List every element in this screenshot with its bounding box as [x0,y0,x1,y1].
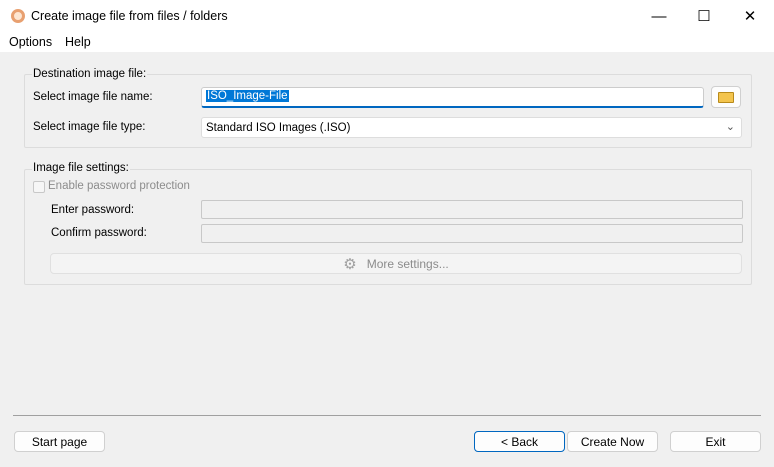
image-name-input[interactable]: ISO_Image-File [201,87,704,108]
back-button[interactable]: < Back [474,431,565,452]
folder-icon [718,91,734,103]
confirm-password-label: Confirm password: [51,227,147,239]
image-type-value: Standard ISO Images (.ISO) [206,122,351,134]
dialog-body: Destination image file: Select image fil… [0,52,774,467]
chevron-down-icon: ⌄ [725,121,735,133]
image-type-label: Select image file type: [33,121,146,133]
more-settings-button[interactable]: ⚙ More settings... [50,253,742,274]
menu-help[interactable]: Help [65,35,91,49]
gear-icon: ⚙ [343,255,357,273]
enable-password-checkbox[interactable] [33,181,45,193]
app-disc-icon [11,9,25,23]
close-button[interactable]: ✕ [727,0,773,32]
create-now-button[interactable]: Create Now [567,431,658,452]
confirm-password-input[interactable] [201,224,743,243]
start-page-button[interactable]: Start page [14,431,105,452]
maximize-button[interactable]: ☐ [681,0,727,32]
divider [13,415,761,416]
settings-group-label: Image file settings: [32,162,130,174]
title-bar: Create image file from files / folders —… [0,0,774,32]
browse-folder-button[interactable] [711,86,741,108]
image-name-value: ISO_Image-File [206,90,289,102]
image-name-label: Select image file name: [33,91,153,103]
menu-options[interactable]: Options [9,35,52,49]
exit-button[interactable]: Exit [670,431,761,452]
minimize-button[interactable]: — [636,0,682,32]
enter-password-input[interactable] [201,200,743,219]
window-title: Create image file from files / folders [31,9,228,23]
more-settings-label: More settings... [366,256,449,271]
enter-password-label: Enter password: [51,204,135,216]
menu-bar: Options Help [0,32,774,52]
image-type-select[interactable]: Standard ISO Images (.ISO) ⌄ [201,117,742,138]
enable-password-label: Enable password protection [48,180,190,192]
destination-group-label: Destination image file: [32,68,148,80]
